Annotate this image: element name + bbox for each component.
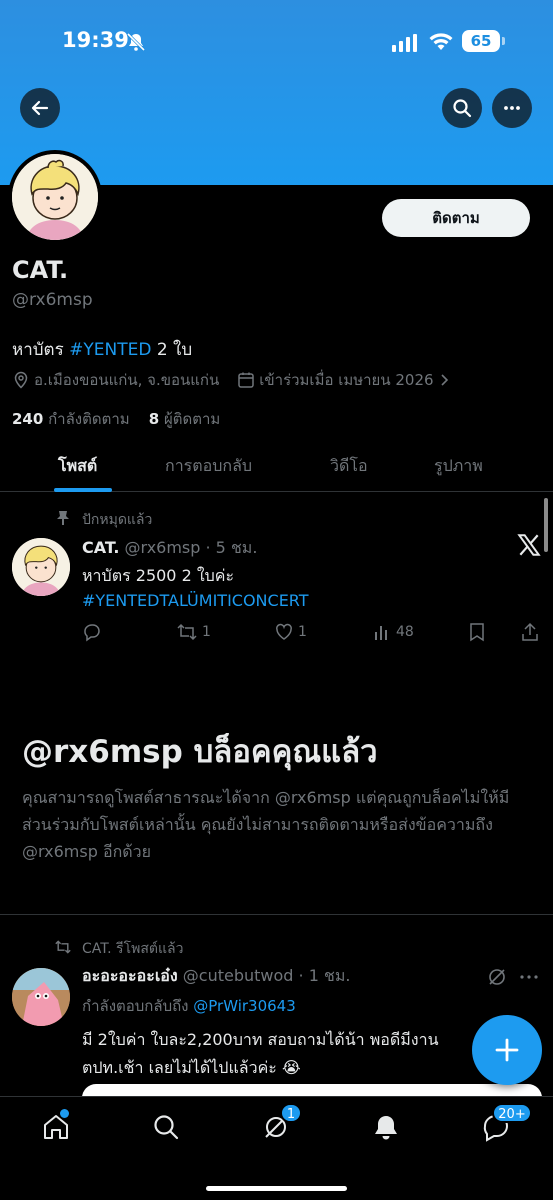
views-button[interactable]: 48 xyxy=(372,622,414,642)
nav-search[interactable] xyxy=(150,1111,182,1143)
profile-handle: @rx6msp xyxy=(12,290,93,310)
bell-off-icon xyxy=(126,32,146,52)
home-indicator[interactable] xyxy=(206,1186,347,1191)
bio-hashtag-link[interactable]: #YENTED xyxy=(69,340,151,360)
blocked-description: คุณสามารถดูโพสต์สาธารณะได้จาก @rx6msp แต… xyxy=(22,788,510,861)
messages-badge: 20+ xyxy=(492,1103,532,1123)
battery-indicator: 65 xyxy=(462,30,500,52)
reply-handle-link[interactable]: @PrWir30643 xyxy=(193,997,296,1015)
share-icon xyxy=(522,622,538,641)
profile-bio: หาบัตร #YENTED 2 ใบ xyxy=(12,336,192,363)
wifi-icon xyxy=(429,33,453,50)
bottom-navigation: 1 20+ xyxy=(0,1096,553,1200)
repost-icon xyxy=(55,940,71,954)
grok-icon[interactable] xyxy=(486,966,508,988)
repost-button[interactable]: 1 xyxy=(176,622,211,642)
profile-name: CAT. xyxy=(12,256,69,284)
bio-text-suffix: 2 ใบ xyxy=(151,340,193,360)
search-icon xyxy=(453,99,472,118)
post-author-name[interactable]: CAT. xyxy=(82,538,119,557)
post-hashtag-link[interactable]: #YENTEDTALÜMITICONCERT xyxy=(82,588,309,613)
back-button[interactable] xyxy=(20,88,60,128)
cartoon-starfish-avatar-image xyxy=(12,968,70,1026)
joined-text[interactable]: เข้าร่วมเมื่อ เมษายน 2026 xyxy=(259,368,433,392)
repost-author-name[interactable]: อะอะอะอะเอ๋ง xyxy=(82,966,178,985)
reply-prefix: กำลังตอบกลับถึง xyxy=(82,997,194,1015)
tab-photos[interactable]: รูปภาพ xyxy=(434,454,483,479)
tab-posts[interactable]: โพสต์ xyxy=(58,454,97,479)
bookmark-button[interactable] xyxy=(468,622,486,642)
grok-badge: 1 xyxy=(280,1103,302,1123)
reply-to-line: กำลังตอบกลับถึง @PrWir30643 xyxy=(82,994,296,1018)
following-link[interactable]: 240 กำลังติดตาม xyxy=(12,410,130,428)
more-icon[interactable] xyxy=(518,966,540,988)
post-author-meta: @rx6msp · 5 ชม. xyxy=(119,538,258,557)
repost-author-meta: @cutebutwod · 1 ชม. xyxy=(177,966,351,985)
search-icon xyxy=(154,1115,179,1140)
reply-button[interactable] xyxy=(82,622,102,642)
search-button[interactable] xyxy=(442,88,482,128)
followers-link[interactable]: 8 ผู้ติดตาม xyxy=(149,410,221,428)
nav-grok[interactable]: 1 xyxy=(260,1103,302,1143)
following-label: กำลังติดตาม xyxy=(48,410,130,428)
bell-icon xyxy=(375,1116,397,1140)
scrollbar[interactable] xyxy=(544,498,548,552)
profile-tabs: โพสต์ การตอบกลับ วิดีโอ รูปภาพ xyxy=(0,442,553,492)
repost-author-avatar[interactable] xyxy=(12,968,70,1026)
cartoon-girl-avatar-image xyxy=(12,154,98,240)
signal-icon xyxy=(392,34,417,52)
pinned-label: ปักหมุดแล้ว xyxy=(82,512,153,528)
divider xyxy=(0,914,553,915)
post-actions: 1 1 48 xyxy=(82,620,542,648)
bio-text: หาบัตร xyxy=(12,340,70,360)
back-icon xyxy=(31,100,49,116)
active-tab-indicator xyxy=(54,488,112,492)
repost-label[interactable]: CAT. รีโพสต์แล้ว xyxy=(82,938,183,960)
compose-button[interactable] xyxy=(472,1015,542,1085)
home-notification-dot xyxy=(60,1109,69,1118)
like-count: 1 xyxy=(298,624,307,640)
like-icon xyxy=(276,623,292,640)
status-time: 19:39 xyxy=(62,28,129,52)
blocked-title: @rx6msp บล็อคคุณแล้ว xyxy=(22,734,378,770)
status-bar: 19:39 65 xyxy=(0,24,553,60)
follow-counts: 240 กำลังติดตาม 8 ผู้ติดตาม xyxy=(12,407,220,431)
views-icon xyxy=(375,626,387,640)
location-text: อ.เมืองขอนแก่น, จ.ขอนแก่น xyxy=(34,371,220,389)
more-options-button[interactable] xyxy=(492,88,532,128)
location-icon xyxy=(14,371,28,389)
profile-meta: อ.เมืองขอนแก่น, จ.ขอนแก่น เข้าร่วมเมื่อ … xyxy=(12,368,454,392)
post-text: หาบัตร 2500 2 ใบค่ะ xyxy=(82,566,235,585)
plus-icon xyxy=(495,1038,519,1062)
followers-count: 8 xyxy=(148,410,160,428)
reply-icon xyxy=(84,624,100,642)
repost-icon xyxy=(177,623,197,641)
cartoon-girl-avatar-image xyxy=(12,538,70,596)
chevron-right-icon[interactable] xyxy=(440,373,450,387)
following-count: 240 xyxy=(12,410,44,428)
nav-notifications[interactable] xyxy=(370,1111,402,1143)
more-icon xyxy=(504,106,520,110)
share-button[interactable] xyxy=(520,622,540,642)
like-button[interactable]: 1 xyxy=(274,622,307,642)
views-count: 48 xyxy=(396,624,414,640)
post-avatar[interactable] xyxy=(12,538,70,596)
calendar-icon xyxy=(238,372,255,388)
x-logo-icon xyxy=(517,534,541,556)
pin-icon xyxy=(57,511,69,525)
tab-videos[interactable]: วิดีโอ xyxy=(330,454,368,479)
repost-header: อะอะอะอะเอ๋ง @cutebutwod · 1 ชม. xyxy=(82,964,350,989)
post-body: หาบัตร 2500 2 ใบค่ะ #YENTEDTALÜMITICONCE… xyxy=(82,563,309,613)
tab-replies[interactable]: การตอบกลับ xyxy=(165,454,252,479)
repost-count: 1 xyxy=(202,624,211,640)
nav-home[interactable] xyxy=(40,1109,72,1143)
repost-text: มี 2ใบค่า ใบละ2,200บาท สอบถามได้น้า พอดี… xyxy=(82,1030,439,1077)
battery-tip xyxy=(502,37,505,45)
followers-label: ผู้ติดตาม xyxy=(163,410,221,428)
post-header: CAT. @rx6msp · 5 ชม. xyxy=(82,536,257,561)
follow-button[interactable]: ติดตาม xyxy=(382,199,530,237)
profile-avatar[interactable] xyxy=(8,150,102,244)
nav-messages[interactable]: 20+ xyxy=(480,1103,532,1143)
bookmark-icon xyxy=(470,623,484,642)
